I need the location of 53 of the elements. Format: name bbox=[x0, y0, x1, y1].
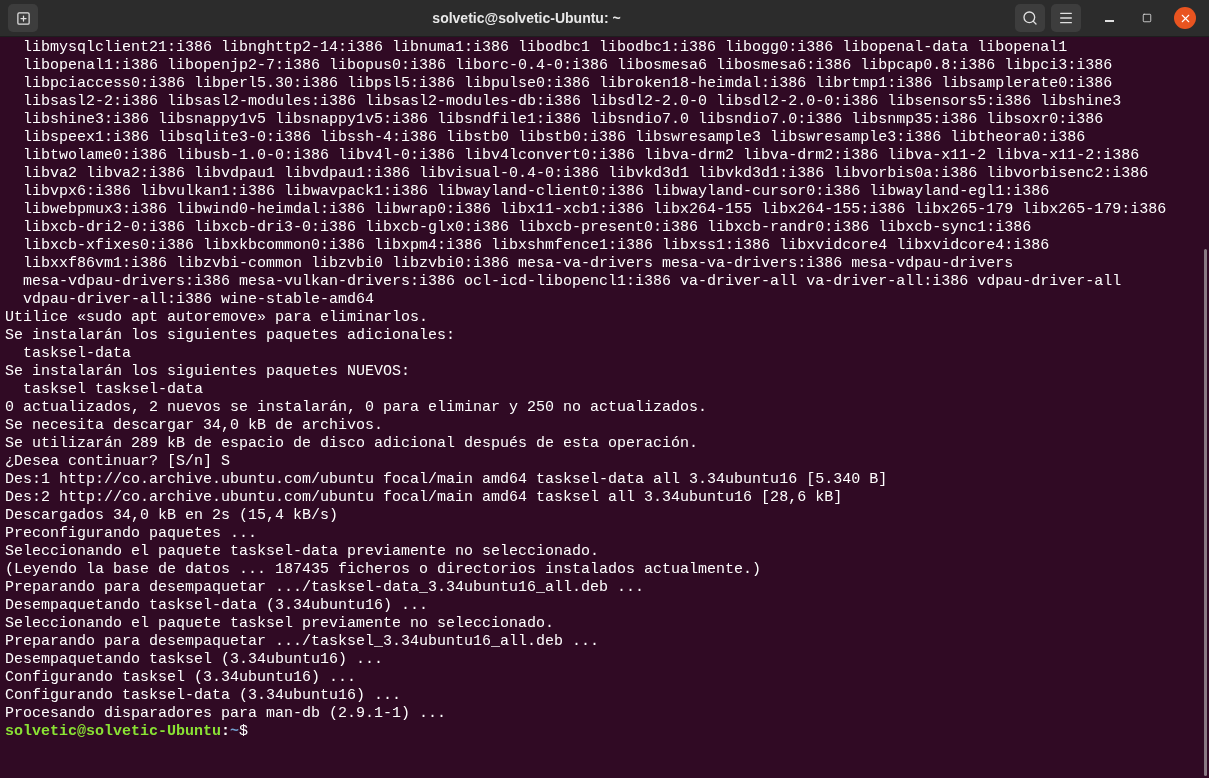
terminal-line: libpciaccess0:i386 libperl5.30:i386 libpsl5:i386 libpulse0:i386 libroken18-heimdal:i386 librtmp1:i386 libsamplerate0:i386 bbox=[22, 75, 1113, 93]
close-button[interactable] bbox=[1174, 7, 1196, 29]
terminal-line: libopenal1:i386 libopenjp2-7:i386 libopus0:i386 liborc-0.4-0:i386 libosmesa6 libosmesa6:i386 libpcap0.8:i386 libpci3:i386 bbox=[22, 57, 1113, 75]
terminal-line: Seleccionando el paquete tasksel-data previamente no seleccionado. bbox=[5, 543, 600, 561]
terminal-line: Se utilizarán 289 kB de espacio de disco adicional después de esta operación. bbox=[5, 435, 699, 453]
terminal-line: Preparando para desempaquetar .../tasksel-data_3.34ubuntu16_all.deb ... bbox=[5, 579, 645, 597]
minimize-icon bbox=[1104, 20, 1114, 22]
terminal-line: vdpau-driver-all:i386 wine-stable-amd64 bbox=[22, 291, 375, 309]
search-button[interactable] bbox=[1015, 4, 1045, 32]
terminal-line: libwebpmux3:i386 libwind0-heimdal:i386 libwrap0:i386 libx11-xcb1:i386 libx264-155 libx264-155:i386 libx265-179 libx265-179:i386 bbox=[22, 201, 1167, 219]
terminal-line: Procesando disparadores para man-db (2.9.1-1) ... bbox=[5, 705, 447, 723]
terminal-line: Se necesita descargar 34,0 kB de archivos. bbox=[5, 417, 384, 435]
prompt-separator: : bbox=[221, 723, 231, 741]
scrollbar-thumb[interactable] bbox=[1204, 249, 1207, 776]
plus-icon bbox=[15, 10, 31, 26]
terminal-line: libspeex1:i386 libsqlite3-0:i386 libssh-4:i386 libstb0 libstb0:i386 libswresample3 libswresample3:i386 libtheora0:i386 bbox=[22, 129, 1086, 147]
prompt-path: ~ bbox=[230, 723, 240, 741]
terminal-line: 0 actualizados, 2 nuevos se instalarán, 0 para eliminar y 250 no actualizados. bbox=[5, 399, 708, 417]
terminal-line: libtwolame0:i386 libusb-1.0-0:i386 libv4l-0:i386 libv4lconvert0:i386 libva-drm2 libva-drm2:i386 libva-x11-2 libva-x11-2:i386 bbox=[22, 147, 1140, 165]
terminal-line: Des:2 http://co.archive.ubuntu.com/ubuntu focal/main amd64 tasksel all 3.34ubuntu16 [28,6 kB] bbox=[5, 489, 843, 507]
terminal-line: Descargados 34,0 kB en 2s (15,4 kB/s) bbox=[5, 507, 339, 525]
terminal-line: (Leyendo la base de datos ... 187435 ficheros o directorios instalados actualmente.) bbox=[5, 561, 762, 579]
terminal-line: libvpx6:i386 libvulkan1:i386 libwavpack1:i386 libwayland-client0:i386 libwayland-cursor0:i386 libwayland-egl1:i386 bbox=[22, 183, 1050, 201]
terminal-line: tasksel-data bbox=[22, 345, 132, 363]
terminal-line: Utilice «sudo apt autoremove» para eliminarlos. bbox=[5, 309, 429, 327]
terminal-line: libxcb-dri2-0:i386 libxcb-dri3-0:i386 libxcb-glx0:i386 libxcb-present0:i386 libxcb-randr0:i386 libxcb-sync1:i386 bbox=[22, 219, 1032, 237]
terminal-line: tasksel tasksel-data bbox=[22, 381, 204, 399]
terminal-line: Preconfigurando paquetes ... bbox=[5, 525, 258, 543]
terminal-line: Se instalarán los siguientes paquetes NUEVOS: bbox=[5, 363, 411, 381]
menu-button[interactable] bbox=[1051, 4, 1081, 32]
prompt-symbol: $ bbox=[239, 723, 249, 741]
terminal-line: Des:1 http://co.archive.ubuntu.com/ubuntu focal/main amd64 tasksel-data all 3.34ubuntu16 [5.340 B] bbox=[5, 471, 888, 489]
terminal-line: libmysqlclient21:i386 libnghttp2-14:i386 libnuma1:i386 libodbc1 libodbc1:i386 libogg0:i386 libopenal-data libopenal1 bbox=[22, 39, 1068, 57]
terminal-line: libxcb-xfixes0:i386 libxkbcommon0:i386 libxpm4:i386 libxshmfence1:i386 libxss1:i386 libxvidcore4 libxvidcore4:i386 bbox=[22, 237, 1050, 255]
terminal-line: Seleccionando el paquete tasksel previamente no seleccionado. bbox=[5, 615, 555, 633]
terminal-line: Preparando para desempaquetar .../tasksel_3.34ubuntu16_all.deb ... bbox=[5, 633, 600, 651]
terminal-line: libva2 libva2:i386 libvdpau1 libvdpau1:i386 libvisual-0.4-0:i386 libvkd3d1 libvkd3d1:i386 libvorbis0a:i386 libvorbisenc2:i386 bbox=[22, 165, 1149, 183]
window-title: solvetic@solvetic-Ubuntu: ~ bbox=[432, 8, 621, 28]
terminal-line: ¿Desea continuar? [S/n] S bbox=[5, 453, 231, 471]
terminal-line: Desempaquetando tasksel-data (3.34ubuntu16) ... bbox=[5, 597, 429, 615]
terminal-line: Configurando tasksel (3.34ubuntu16) ... bbox=[5, 669, 357, 687]
terminal-line: libxxf86vm1:i386 libzvbi-common libzvbi0 libzvbi0:i386 mesa-va-drivers mesa-va-drivers:i386 mesa-vdpau-drivers bbox=[22, 255, 1014, 273]
maximize-icon bbox=[1142, 13, 1152, 23]
terminal-line: Se instalarán los siguientes paquetes adicionales: bbox=[5, 327, 456, 345]
search-icon bbox=[1022, 10, 1038, 26]
terminal-line: Configurando tasksel-data (3.34ubuntu16) ... bbox=[5, 687, 402, 705]
terminal-line: Desempaquetando tasksel (3.34ubuntu16) ... bbox=[5, 651, 384, 669]
terminal-line: libsasl2-2:i386 libsasl2-modules:i386 libsasl2-modules-db:i386 libsdl2-2.0-0 libsdl2-2.0-0:i386 libsensors5:i386 libshine3 bbox=[22, 93, 1122, 111]
prompt-user: solvetic@solvetic-Ubuntu bbox=[5, 723, 222, 741]
menu-icon bbox=[1058, 10, 1074, 26]
new-tab-button[interactable] bbox=[8, 4, 38, 32]
terminal-line: mesa-vdpau-drivers:i386 mesa-vulkan-drivers:i386 ocl-icd-libopencl1:i386 va-driver-all va-driver-all:i386 vdpau-driver-all bbox=[22, 273, 1122, 291]
terminal-line: libshine3:i386 libsnappy1v5 libsnappy1v5:i386 libsndfile1:i386 libsndio7.0 libsndio7.0:i386 libsnmp35:i386 libsoxr0:i386 bbox=[22, 111, 1104, 129]
